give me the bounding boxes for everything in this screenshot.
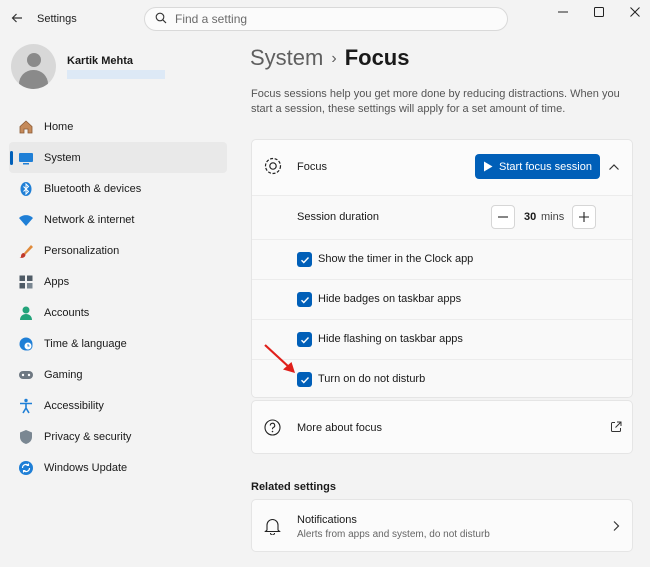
sidebar-item-privacy[interactable]: Privacy & security — [9, 421, 227, 452]
title-bar: Settings — [0, 0, 650, 38]
apps-icon — [17, 273, 35, 291]
page-title: Focus — [344, 45, 410, 70]
app-title: Settings — [37, 13, 77, 25]
sidebar-item-gaming[interactable]: Gaming — [9, 359, 227, 390]
accounts-icon — [17, 304, 35, 322]
do-not-disturb-label: Turn on do not disturb — [318, 373, 426, 385]
help-icon — [264, 419, 281, 439]
duration-value: 30 — [524, 211, 537, 223]
minus-icon — [498, 216, 508, 218]
show-timer-checkbox[interactable] — [297, 252, 312, 267]
globe-clock-icon — [17, 335, 35, 353]
hide-flashing-checkbox[interactable] — [297, 332, 312, 347]
back-arrow-icon[interactable] — [8, 9, 26, 27]
update-icon — [17, 459, 35, 477]
sidebar-item-label: Home — [44, 120, 74, 133]
search-box[interactable] — [144, 7, 508, 31]
annotation-arrow-icon — [264, 344, 295, 373]
plus-icon — [579, 212, 589, 222]
notifications-subtitle: Alerts from apps and system, do not dist… — [297, 529, 490, 540]
hide-badges-label: Hide badges on taskbar apps — [318, 293, 462, 305]
bluetooth-icon — [17, 180, 35, 198]
sidebar-item-label: Accessibility — [44, 399, 104, 412]
gamepad-icon — [17, 366, 35, 384]
sidebar-item-system[interactable]: System — [9, 142, 227, 173]
external-link-icon — [610, 421, 622, 436]
checkmark-icon — [300, 296, 309, 304]
wifi-icon — [17, 211, 35, 229]
focus-clock-icon — [264, 157, 282, 178]
focus-header-row: Focus Start focus session — [252, 140, 632, 195]
notifications-card[interactable]: Notifications Alerts from apps and syste… — [251, 499, 633, 552]
duration-unit: mins — [541, 211, 565, 223]
hide-badges-checkbox[interactable] — [297, 292, 312, 307]
sidebar-item-label: Privacy & security — [44, 430, 132, 443]
bell-icon — [264, 517, 281, 538]
decrease-duration-button[interactable] — [491, 205, 515, 229]
sidebar-item-accounts[interactable]: Accounts — [9, 297, 227, 328]
system-icon — [17, 149, 35, 167]
sidebar-item-bluetooth[interactable]: Bluetooth & devices — [9, 173, 227, 204]
search-icon — [155, 12, 167, 27]
session-duration-label: Session duration — [297, 211, 379, 223]
maximize-button[interactable] — [584, 4, 614, 20]
related-settings-header: Related settings — [251, 481, 336, 493]
sidebar-item-label: Network & internet — [44, 213, 135, 226]
sidebar-item-label: Windows Update — [44, 461, 128, 474]
do-not-disturb-checkbox[interactable] — [297, 372, 312, 387]
focus-label: Focus — [297, 161, 327, 173]
sidebar-item-home[interactable]: Home — [9, 111, 227, 142]
sidebar-item-label: System — [44, 151, 81, 164]
sidebar-item-label: Time & language — [44, 337, 127, 350]
checkmark-icon — [300, 256, 309, 264]
increase-duration-button[interactable] — [572, 205, 596, 229]
show-timer-label: Show the timer in the Clock app — [318, 253, 474, 265]
sidebar-item-label: Apps — [44, 275, 70, 288]
breadcrumb-separator: › — [331, 50, 337, 67]
focus-card: Focus Start focus session Session durati… — [251, 139, 633, 398]
start-focus-session-label: Start focus session — [499, 160, 592, 173]
sidebar-item-accessibility[interactable]: Accessibility — [9, 390, 227, 421]
sidebar-item-label: Accounts — [44, 306, 90, 319]
option-row-hide-flashing: Hide flashing on taskbar apps — [252, 319, 632, 359]
option-row-do-not-disturb: Turn on do not disturb — [252, 359, 632, 397]
user-name: Kartik Mehta — [67, 55, 134, 67]
search-input[interactable] — [175, 12, 495, 26]
breadcrumb-parent[interactable]: System — [250, 45, 323, 70]
checkmark-icon — [300, 376, 309, 384]
sidebar-item-label: Bluetooth & devices — [44, 182, 142, 195]
sidebar-item-label: Gaming — [44, 368, 83, 381]
home-icon — [17, 118, 35, 136]
checkmark-icon — [300, 336, 309, 344]
shield-icon — [17, 428, 35, 446]
chevron-right-icon — [612, 520, 620, 535]
close-button[interactable] — [620, 4, 650, 20]
hide-flashing-label: Hide flashing on taskbar apps — [318, 333, 463, 345]
user-email-redacted — [67, 70, 165, 79]
sidebar-item-label: Personalization — [44, 244, 120, 257]
breadcrumb: System › Focus — [250, 45, 409, 71]
play-icon — [484, 161, 493, 172]
sidebar-item-apps[interactable]: Apps — [9, 266, 227, 297]
more-about-focus-card[interactable]: More about focus — [251, 400, 633, 454]
avatar — [11, 44, 56, 89]
page-description: Focus sessions help you get more done by… — [251, 88, 620, 115]
sidebar-item-windows-update[interactable]: Windows Update — [9, 452, 227, 483]
option-row-hide-badges: Hide badges on taskbar apps — [252, 279, 632, 319]
sidebar-item-time-language[interactable]: Time & language — [9, 328, 227, 359]
minimize-button[interactable] — [548, 4, 578, 20]
chevron-up-icon[interactable] — [608, 161, 620, 175]
more-about-focus-label: More about focus — [297, 422, 382, 434]
option-row-show-timer: Show the timer in the Clock app — [252, 239, 632, 279]
sidebar-nav: Home System Bluetooth & devices Network … — [9, 111, 227, 483]
sidebar-item-network[interactable]: Network & internet — [9, 204, 227, 235]
session-duration-row: Session duration 30 mins — [252, 195, 632, 239]
start-focus-session-button[interactable]: Start focus session — [475, 154, 600, 179]
accessibility-icon — [17, 397, 35, 415]
notifications-title: Notifications — [297, 514, 357, 526]
brush-icon — [17, 242, 35, 260]
sidebar-item-personalization[interactable]: Personalization — [9, 235, 227, 266]
